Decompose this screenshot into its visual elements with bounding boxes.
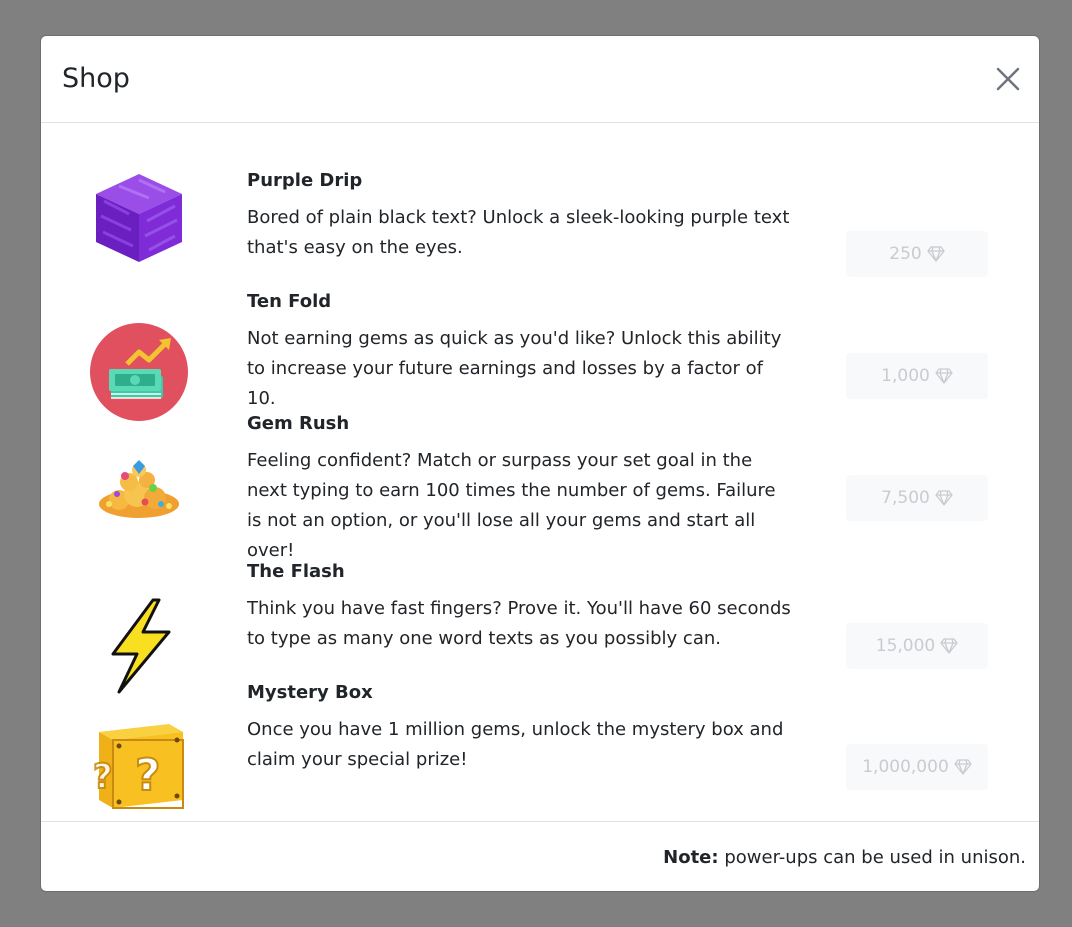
footer-note: Note: power-ups can be used in unison. <box>663 847 1026 868</box>
svg-text:?: ? <box>93 757 113 797</box>
modal-title: Shop <box>62 63 130 94</box>
gem-icon <box>935 368 953 384</box>
shop-modal: Shop Purple Drip Bored of plain black te… <box>40 35 1040 892</box>
item-description: Not earning gems as quick as you'd like?… <box>247 328 782 409</box>
modal-header: Shop <box>41 36 1039 123</box>
item-name: Gem Rush <box>247 413 350 434</box>
gem-icon <box>940 638 958 654</box>
price-label: 1,000 <box>881 366 930 386</box>
buy-button-the-flash[interactable]: 15,000 <box>846 623 988 669</box>
price-label: 250 <box>889 244 922 264</box>
gem-icon <box>935 490 953 506</box>
price-label: 15,000 <box>875 636 936 656</box>
modal-footer: Note: power-ups can be used in unison. <box>41 821 1039 891</box>
price-label: 1,000,000 <box>862 757 949 777</box>
lightning-bolt-icon <box>89 596 189 696</box>
item-description: Bored of plain black text? Unlock a slee… <box>247 207 790 258</box>
buy-button-ten-fold[interactable]: 1,000 <box>846 353 988 399</box>
buy-button-mystery-box[interactable]: 1,000,000 <box>846 744 988 790</box>
price-label: 7,500 <box>881 488 930 508</box>
item-description: Think you have fast fingers? Prove it. Y… <box>247 598 791 649</box>
close-icon <box>996 67 1020 91</box>
item-name: Ten Fold <box>247 291 332 312</box>
item-name: The Flash <box>247 561 345 582</box>
item-description: Once you have 1 million gems, unlock the… <box>247 719 784 770</box>
item-name: Purple Drip <box>247 170 363 191</box>
footer-note-text: power-ups can be used in unison. <box>724 847 1026 868</box>
modal-body: Purple Drip Bored of plain black text? U… <box>41 124 1039 821</box>
buy-button-purple-drip[interactable]: 250 <box>846 231 988 277</box>
treasure-pile-icon <box>89 442 189 542</box>
footer-note-label: Note: <box>663 847 719 868</box>
gem-icon <box>927 246 945 262</box>
item-name: Mystery Box <box>247 682 373 703</box>
buy-button-gem-rush[interactable]: 7,500 <box>846 475 988 521</box>
svg-text:?: ? <box>135 750 161 801</box>
purple-cube-icon <box>89 166 189 266</box>
close-button[interactable] <box>993 64 1023 94</box>
item-description: Feeling confident? Match or surpass your… <box>247 450 776 561</box>
mystery-box-icon: ? ? <box>89 716 189 816</box>
money-growth-icon <box>89 322 189 422</box>
gem-icon <box>954 759 972 775</box>
